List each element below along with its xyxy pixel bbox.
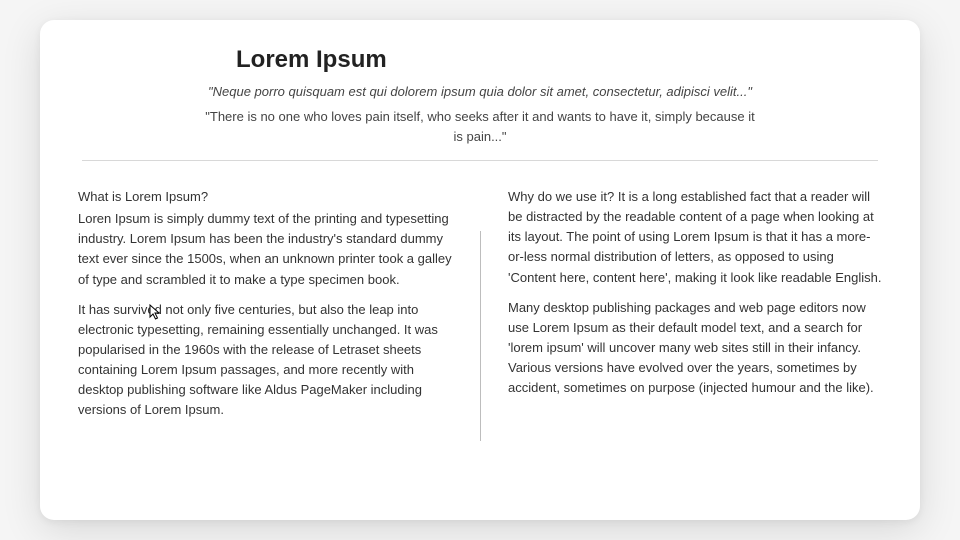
- left-heading: What is Lorem Ipsum?: [78, 187, 452, 207]
- quote-latin: "Neque porro quisquam est qui dolorem ip…: [180, 84, 780, 99]
- left-paragraph-1: Loren Ipsum is simply dummy text of the …: [78, 209, 452, 290]
- column-left: What is Lorem Ipsum? Loren Ipsum is simp…: [78, 187, 480, 431]
- quote-english: "There is no one who loves pain itself, …: [200, 107, 760, 146]
- content-columns: What is Lorem Ipsum? Loren Ipsum is simp…: [78, 187, 882, 431]
- left-paragraph-2: It has survived not only five centuries,…: [78, 300, 452, 421]
- vertical-divider: [480, 231, 481, 441]
- column-right: Why do we use it? It is a long establish…: [480, 187, 882, 431]
- horizontal-divider: [82, 160, 878, 161]
- right-paragraph-2: Many desktop publishing packages and web…: [508, 298, 882, 399]
- page-title: Lorem Ipsum: [236, 46, 882, 74]
- document-card: Lorem Ipsum "Neque porro quisquam est qu…: [40, 20, 920, 520]
- right-paragraph-1: Why do we use it? It is a long establish…: [508, 187, 882, 288]
